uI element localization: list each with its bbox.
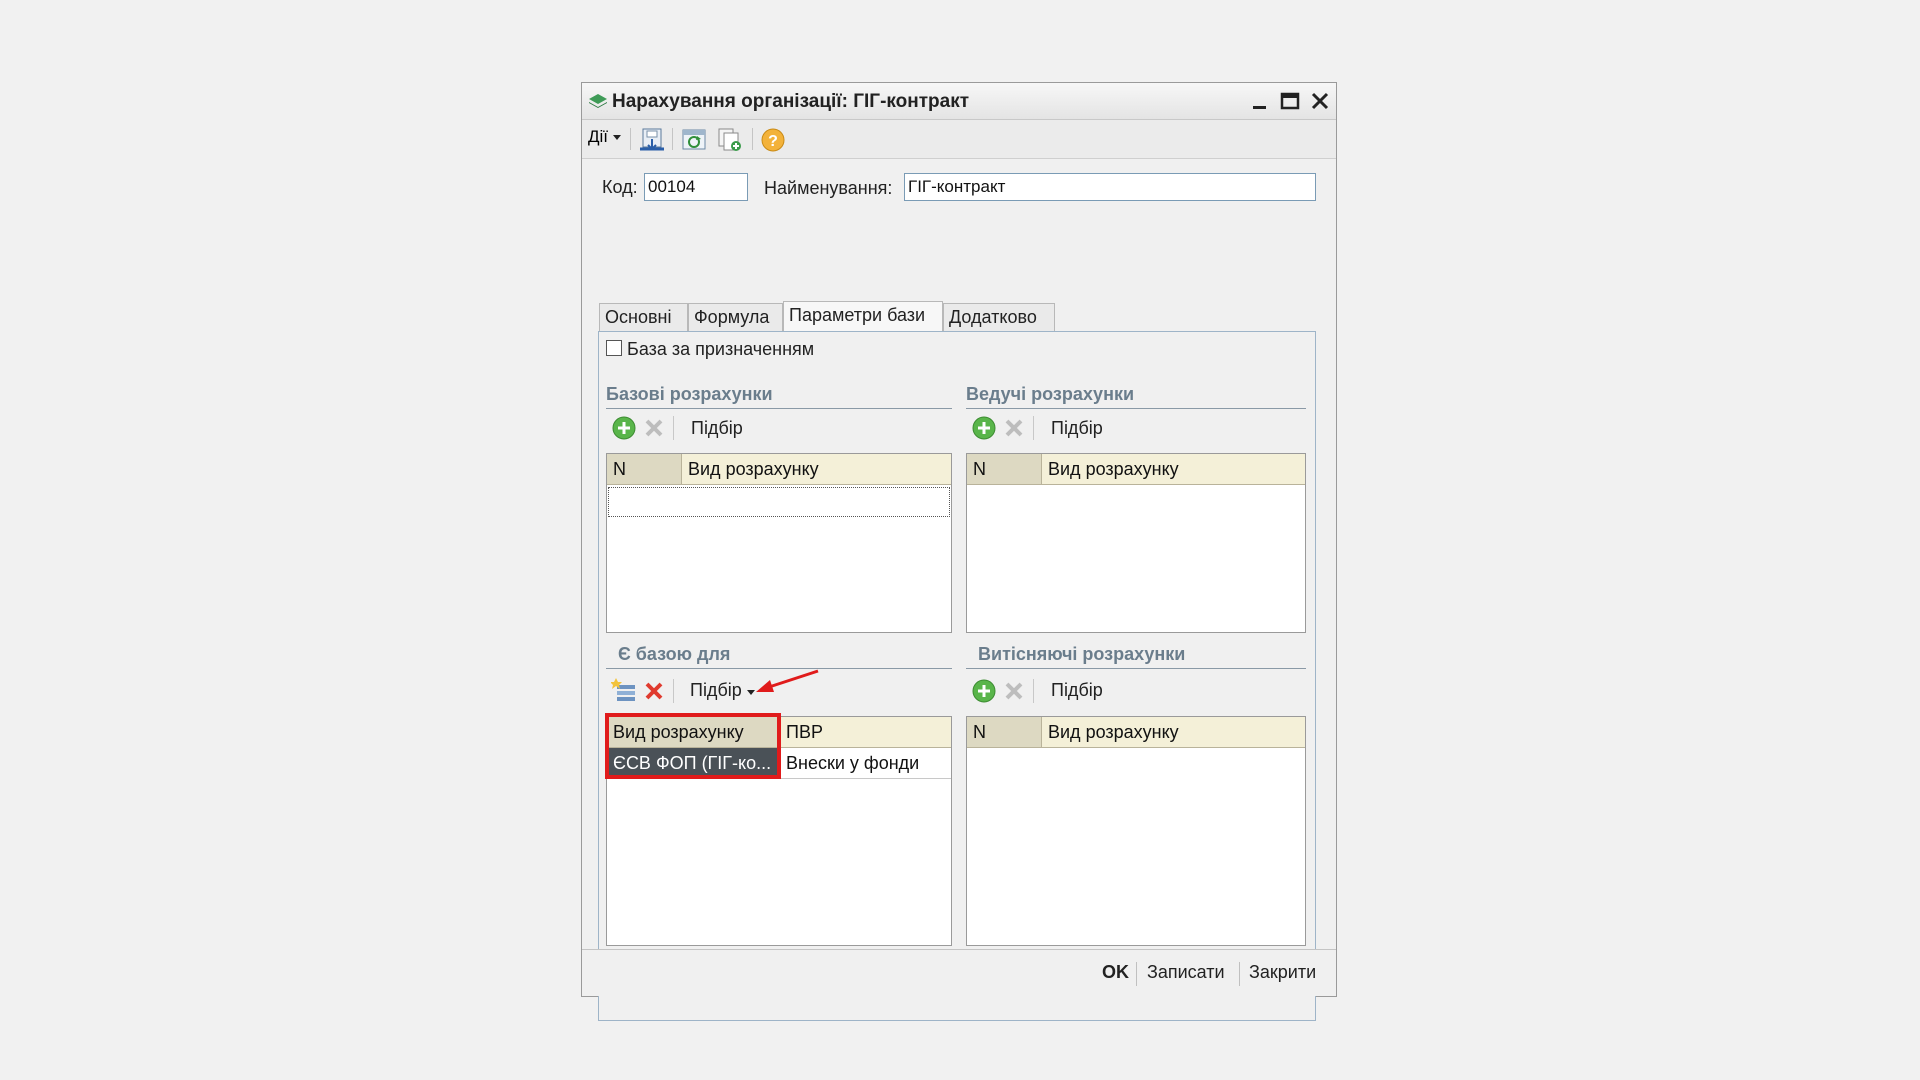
copy-add-icon[interactable] (716, 127, 744, 151)
footer-bar: OK Записати Закрити (582, 949, 1336, 996)
delete-icon (645, 419, 663, 437)
add-icon[interactable] (971, 415, 997, 441)
table-row[interactable] (608, 487, 950, 517)
delete-icon (1005, 682, 1023, 700)
add-list-icon[interactable] (611, 677, 637, 703)
close-icon[interactable] (1308, 89, 1332, 113)
dialog-window: Нарахування організації: ГІГ-контракт Ді… (581, 82, 1337, 1021)
base-by-purpose-checkbox[interactable] (606, 340, 622, 356)
code-label: Код: (602, 177, 638, 197)
displacing-calcs-select-button[interactable]: Підбір (1051, 680, 1103, 701)
dropdown-arrow-icon (613, 135, 622, 140)
ok-button[interactable]: OK (1102, 962, 1129, 983)
base-by-purpose-label: База за призначенням (627, 339, 815, 359)
toolbar: Дії ? (582, 120, 1336, 159)
add-icon[interactable] (611, 415, 637, 441)
save-close-icon[interactable] (638, 127, 666, 151)
maximize-icon[interactable] (1278, 89, 1302, 113)
delete-icon (1005, 419, 1023, 437)
leading-calcs-select-button[interactable]: Підбір (1051, 418, 1103, 439)
app-layers-icon (589, 94, 607, 108)
tab-additional[interactable]: Додатково (943, 303, 1055, 331)
is-base-for-select-button[interactable]: Підбір (690, 680, 742, 701)
highlight-box (605, 713, 781, 779)
base-calcs-title: Базові розрахунки (606, 384, 773, 404)
leading-calcs-title: Ведучі розрахунки (966, 384, 1135, 404)
name-label: Найменування: (764, 178, 893, 198)
column-header-n[interactable]: N (967, 454, 1042, 484)
table-header: N Вид розрахунку (967, 454, 1305, 485)
close-button[interactable]: Закрити (1249, 962, 1316, 983)
annotation-arrow-icon (756, 669, 819, 692)
delete-icon[interactable] (641, 678, 667, 704)
save-button[interactable]: Записати (1147, 962, 1225, 983)
displacing-calcs-title: Витісняючі розрахунки (978, 644, 1186, 664)
is-base-for-title: Є базою для (618, 644, 731, 664)
help-icon[interactable]: ? (760, 127, 786, 152)
refresh-icon[interactable] (680, 127, 708, 151)
name-input[interactable]: ГІГ-контракт (904, 173, 1316, 201)
code-input[interactable]: 00104 (644, 173, 748, 201)
base-calcs-select-button[interactable]: Підбір (691, 418, 743, 439)
tab-formula[interactable]: Формула (688, 303, 783, 331)
tab-base-params[interactable]: Параметри бази (783, 301, 943, 331)
title-bar[interactable]: Нарахування організації: ГІГ-контракт (582, 83, 1336, 120)
column-header-pvr[interactable]: ПВР (780, 717, 951, 747)
svg-text:?: ? (768, 133, 778, 150)
leading-calcs-table[interactable]: N Вид розрахунку (966, 453, 1306, 633)
actions-menu[interactable]: Дії (588, 127, 622, 151)
column-header-kind[interactable]: Вид розрахунку (1042, 454, 1305, 484)
base-params-panel: База за призначенням Базові розрахунки П… (598, 331, 1316, 1021)
actions-menu-label: Дії (588, 127, 609, 146)
column-header-n[interactable]: N (607, 454, 682, 484)
column-header-n[interactable]: N (967, 717, 1042, 747)
base-calcs-table[interactable]: N Вид розрахунку (606, 453, 952, 633)
column-header-kind[interactable]: Вид розрахунку (1042, 717, 1305, 747)
add-icon[interactable] (971, 678, 997, 704)
tab-main[interactable]: Основні (599, 303, 688, 331)
window-title: Нарахування організації: ГІГ-контракт (612, 91, 970, 112)
minimize-icon[interactable] (1248, 89, 1272, 113)
table-header: N Вид розрахунку (967, 717, 1305, 748)
displacing-calcs-table[interactable]: N Вид розрахунку (966, 716, 1306, 946)
table-header: N Вид розрахунку (607, 454, 951, 485)
row-pvr-cell[interactable]: Внески у фонди (780, 748, 951, 778)
column-header-kind[interactable]: Вид розрахунку (682, 454, 951, 484)
